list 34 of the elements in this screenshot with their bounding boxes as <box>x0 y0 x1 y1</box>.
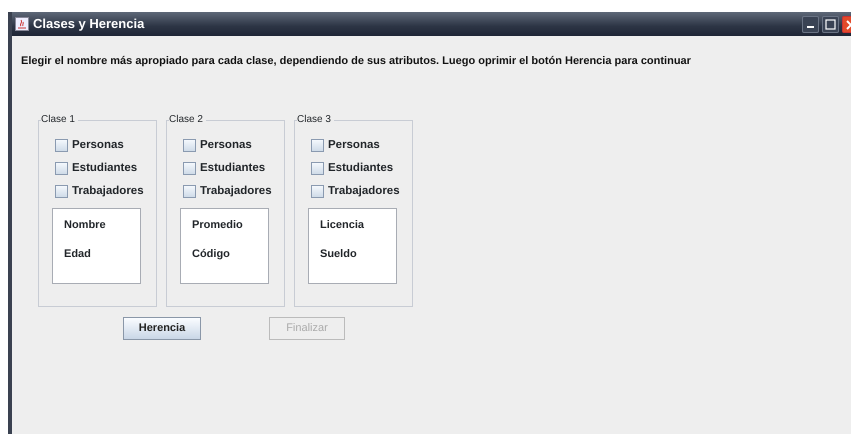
checkbox[interactable] <box>311 185 324 198</box>
attribute-text: Código <box>192 248 231 260</box>
java-app-icon <box>15 17 29 31</box>
checkbox-label[interactable]: Trabajadores <box>200 182 272 200</box>
group-title: Clase 1 <box>41 114 78 126</box>
checkbox-label[interactable]: Estudiantes <box>328 160 394 178</box>
attribute-text: Licencia <box>320 218 366 232</box>
checkbox-label[interactable]: Estudiantes <box>72 160 138 178</box>
window-title: Clases y Herencia <box>33 15 144 34</box>
checkbox[interactable] <box>311 139 324 152</box>
instruction-text: Elegir el nombre más apropiado para cada clase, dependiendo de sus atributos. Luego oprimir el botón Herencia para continuar <box>21 54 692 69</box>
checkbox[interactable] <box>311 162 324 175</box>
checkbox-label[interactable]: Trabajadores <box>328 182 400 200</box>
checkbox[interactable] <box>55 139 68 152</box>
herencia-button[interactable]: Herencia <box>123 316 201 340</box>
checkbox[interactable] <box>55 162 68 175</box>
checkbox-label[interactable]: Estudiantes <box>200 160 266 178</box>
checkbox-label[interactable]: Trabajadores <box>72 182 144 200</box>
checkbox[interactable] <box>183 185 196 198</box>
maximize-button[interactable] <box>822 16 839 33</box>
checkbox[interactable] <box>183 162 196 175</box>
checkbox-label[interactable]: Personas <box>200 136 252 154</box>
attribute-text: Promedio <box>192 218 244 232</box>
attribute-text: Nombre <box>64 218 107 232</box>
attribute-text: Edad <box>64 248 92 260</box>
checkbox[interactable] <box>183 139 196 152</box>
attribute-text: Sueldo <box>320 248 358 260</box>
group-title: Clase 3 <box>297 114 334 126</box>
minimize-button[interactable] <box>802 16 819 33</box>
checkbox[interactable] <box>55 185 68 198</box>
group-title: Clase 2 <box>169 114 206 126</box>
checkbox-label[interactable]: Personas <box>72 136 124 154</box>
maximize-icon <box>825 19 836 30</box>
checkbox-label[interactable]: Personas <box>328 136 380 154</box>
